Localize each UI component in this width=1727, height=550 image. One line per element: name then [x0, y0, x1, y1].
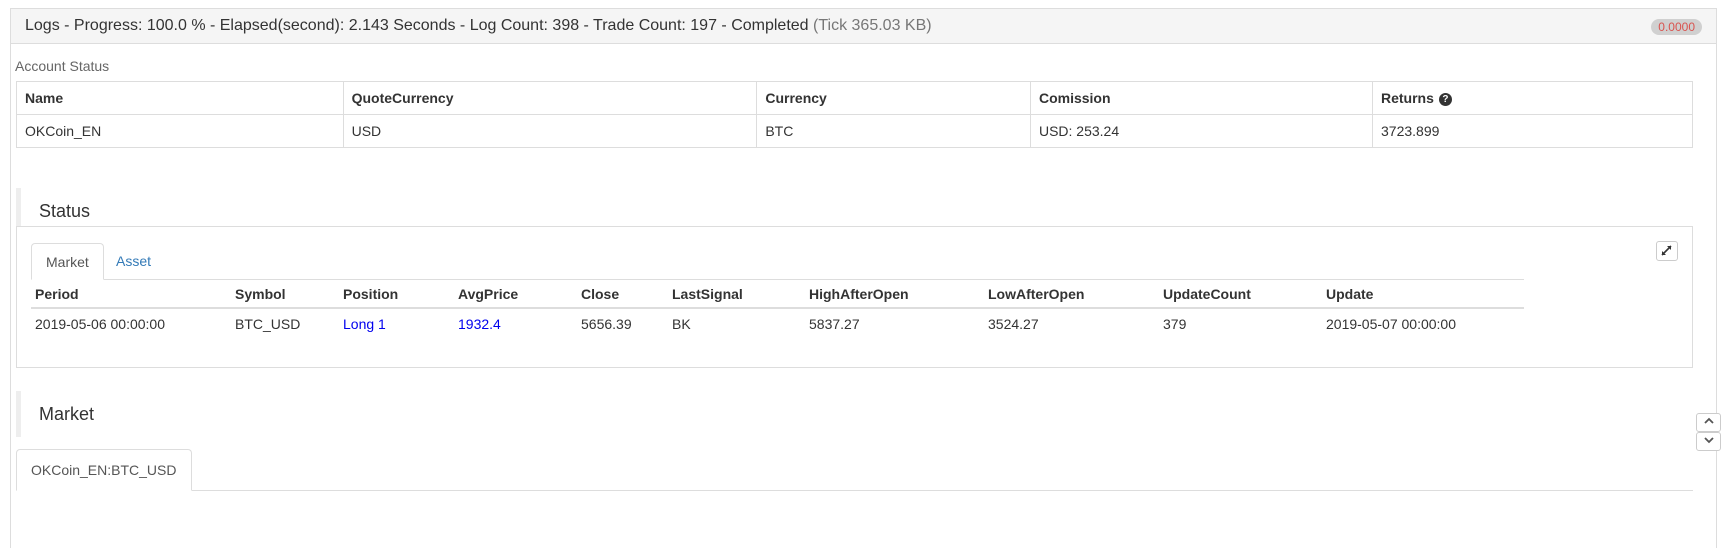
cell-updatecount: 379 — [1163, 315, 1187, 332]
scroll-up-button[interactable] — [1696, 413, 1721, 432]
question-circle-icon[interactable]: ? — [1438, 93, 1452, 106]
tab-okcoin-en-btc-usd[interactable]: OKCoin_EN:BTC_USD — [16, 449, 192, 491]
logs-header: Logs - Progress: 100.0 % - Elapsed(secon… — [11, 9, 1716, 44]
account-status-table: Name QuoteCurrency Currency Comission Re… — [16, 81, 1693, 148]
cell-returns: 3723.899 — [1372, 114, 1693, 148]
scroll-down-button[interactable] — [1696, 432, 1721, 451]
expand-arrows-icon — [1661, 245, 1672, 256]
market-status-table: Period Symbol Position AvgPrice Close La… — [31, 280, 1524, 338]
column-header-highafteropen: HighAfterOpen — [805, 280, 984, 309]
cell-symbol: BTC_USD — [235, 315, 301, 332]
table-row: 2019-05-06 00:00:00 BTC_USD Long 1 1932.… — [31, 308, 1524, 338]
chevron-up-icon — [1703, 417, 1714, 424]
table-header-row: Name QuoteCurrency Currency Comission Re… — [16, 81, 1693, 115]
column-header-quotecurrency: QuoteCurrency — [342, 81, 758, 115]
chevron-down-icon — [1703, 437, 1714, 444]
cell-currency: BTC — [756, 114, 1031, 148]
column-header-returns: Returns? — [1372, 81, 1693, 115]
column-header-close: Close — [577, 280, 668, 309]
cell-lowafteropen: 3524.27 — [988, 315, 1039, 332]
column-header-lowafteropen: LowAfterOpen — [984, 280, 1159, 309]
profit-badge: 0.0000 — [1651, 19, 1702, 35]
column-header-name: Name — [16, 81, 344, 115]
cell-highafteropen: 5837.27 — [809, 315, 860, 332]
table-header-row: Period Symbol Position AvgPrice Close La… — [31, 280, 1524, 309]
table-row: OKCoin_EN USD BTC USD: 253.24 3723.899 — [16, 114, 1693, 148]
cell-position: Long 1 — [343, 315, 386, 332]
tab-asset[interactable]: Asset — [102, 243, 165, 280]
column-header-lastsignal: LastSignal — [668, 280, 805, 309]
cell-lastsignal: BK — [672, 315, 691, 332]
logs-status-text: Logs - Progress: 100.0 % - Elapsed(secon… — [25, 17, 809, 34]
column-header-avgprice: AvgPrice — [454, 280, 577, 309]
cell-period: 2019-05-06 00:00:00 — [35, 315, 165, 332]
returns-header-label: Returns — [1381, 90, 1434, 106]
column-header-position: Position — [339, 280, 454, 309]
account-status-label: Account Status — [15, 58, 110, 74]
cell-quotecurrency: USD — [342, 114, 758, 148]
cell-comission: USD: 253.24 — [1029, 114, 1374, 148]
status-box: Market Asset Period Symbol Position AvgP… — [16, 226, 1693, 368]
cell-name: OKCoin_EN — [16, 114, 344, 148]
column-header-symbol: Symbol — [231, 280, 339, 309]
column-header-update: Update — [1322, 280, 1524, 309]
column-header-updatecount: UpdateCount — [1159, 280, 1322, 309]
column-header-currency: Currency — [756, 81, 1031, 115]
column-header-period: Period — [31, 280, 231, 309]
cell-update: 2019-05-07 00:00:00 — [1326, 315, 1456, 332]
column-header-comission: Comission — [1029, 81, 1374, 115]
expand-button[interactable] — [1656, 241, 1678, 261]
market-tabs-divider — [16, 490, 1693, 491]
cell-close: 5656.39 — [581, 315, 632, 332]
tab-market[interactable]: Market — [31, 243, 104, 280]
status-tabs: Market Asset — [31, 243, 1524, 280]
cell-avgprice: 1932.4 — [458, 315, 501, 332]
tick-size-text: (Tick 365.03 KB) — [813, 17, 932, 34]
market-section-title: Market — [16, 391, 94, 437]
